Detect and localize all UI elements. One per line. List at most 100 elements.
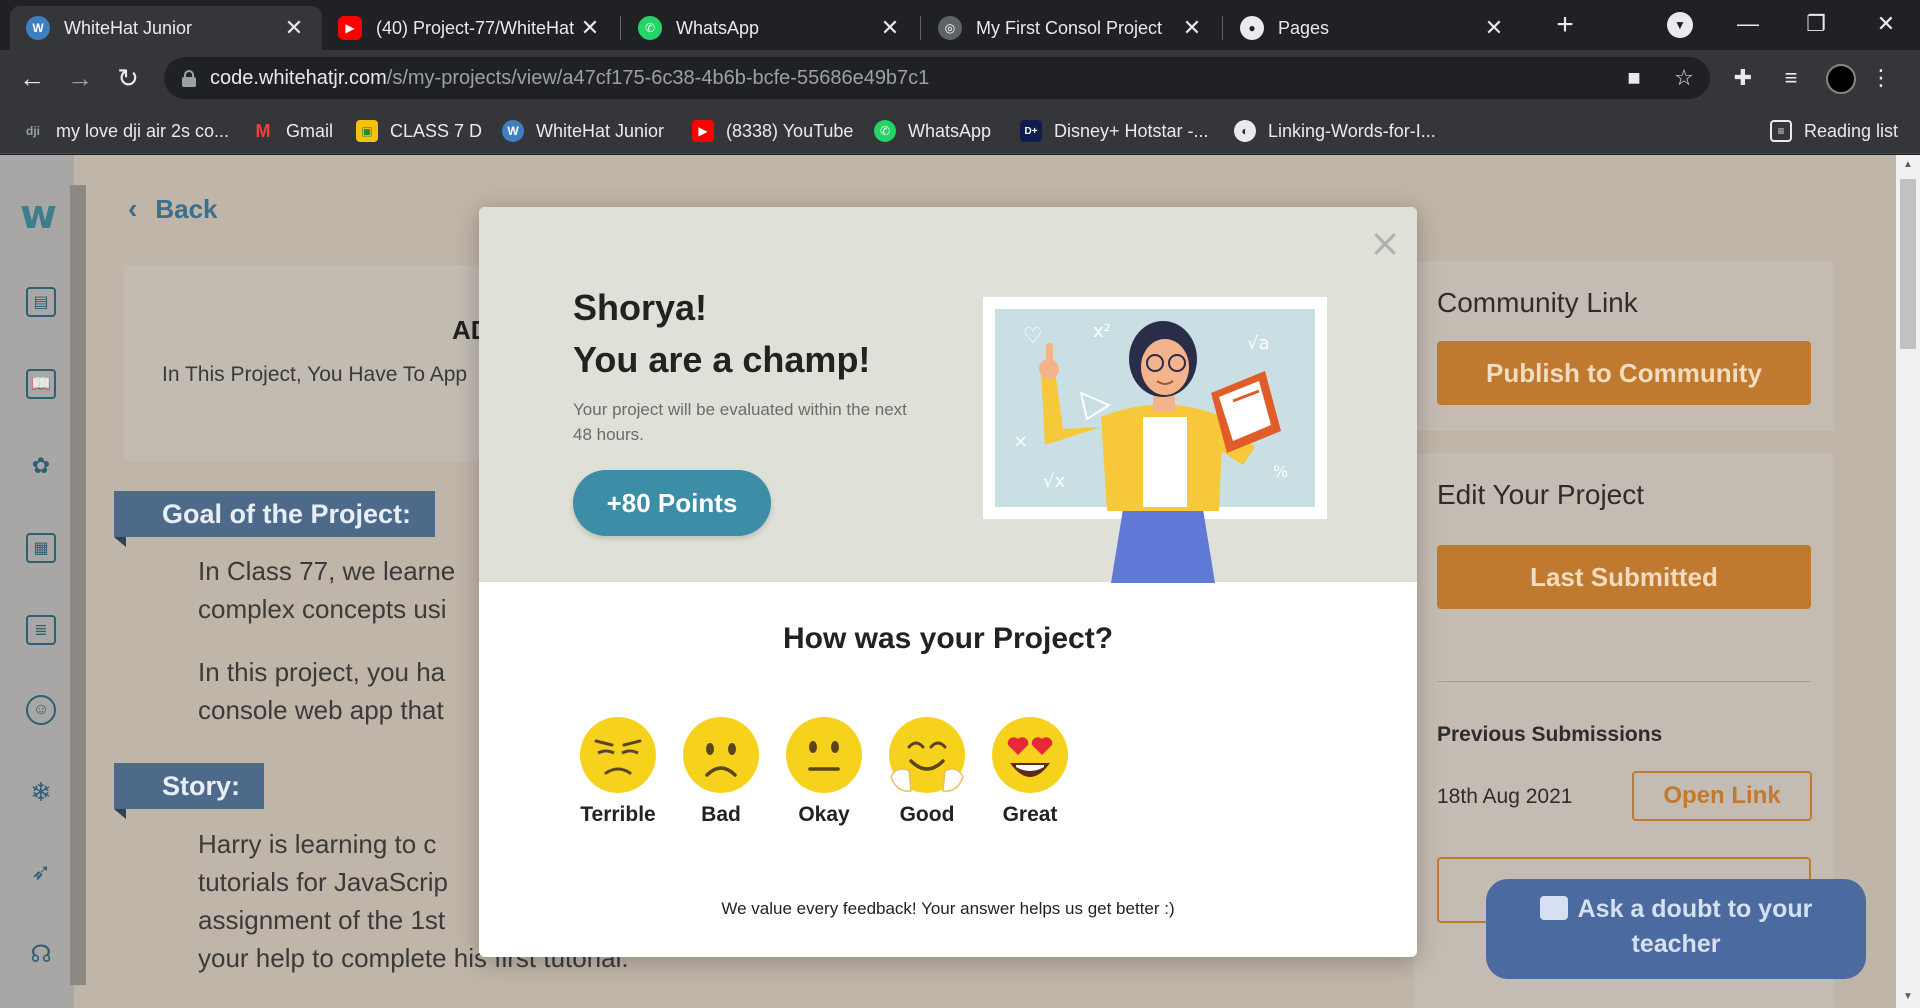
back-button[interactable]: ‹ Back bbox=[128, 193, 217, 225]
whitehat-icon: W bbox=[502, 120, 524, 142]
whatsapp-icon: ✆ bbox=[638, 16, 662, 40]
close-window-icon[interactable]: ✕ bbox=[1856, 6, 1916, 42]
bookmark-linking-words[interactable]: ◐ Linking-Words-for-I... bbox=[1234, 118, 1436, 144]
last-submitted-button[interactable]: Last Submitted bbox=[1437, 545, 1811, 609]
tab-consol-project[interactable]: ◎ My First Consol Project ✕ bbox=[922, 6, 1220, 50]
rating-terrible[interactable]: Terrible bbox=[568, 715, 668, 827]
bookmark-whitehat[interactable]: W WhiteHat Junior bbox=[502, 118, 664, 144]
close-tab-icon[interactable]: ✕ bbox=[1482, 15, 1506, 41]
reload-icon[interactable]: ↻ bbox=[110, 60, 146, 96]
globe-icon: ◐ bbox=[1234, 120, 1256, 142]
rating-label: Good bbox=[899, 803, 955, 826]
rating-great[interactable]: Great bbox=[980, 715, 1080, 827]
bookmark-label: WhiteHat Junior bbox=[536, 120, 665, 141]
unamused-face-icon bbox=[580, 717, 656, 793]
points-badge: +80 Points bbox=[573, 470, 771, 536]
emoji-icon[interactable]: ☺ bbox=[26, 695, 56, 725]
minimize-icon[interactable]: — bbox=[1718, 6, 1778, 42]
bookmark-hotstar[interactable]: D+ Disney+ Hotstar -... bbox=[1020, 118, 1209, 144]
classroom-icon: ▣ bbox=[356, 120, 378, 142]
bookmarks-bar: dji my love dji air 2s co... M Gmail ▣ C… bbox=[0, 106, 1920, 154]
rating-bad[interactable]: Bad bbox=[671, 715, 771, 827]
rating-good[interactable]: Good bbox=[877, 715, 977, 827]
neutral-face-icon bbox=[786, 717, 862, 793]
tab-separator bbox=[1222, 16, 1223, 40]
restore-icon[interactable]: ❐ bbox=[1786, 6, 1846, 42]
bookmark-whatsapp[interactable]: ✆ WhatsApp bbox=[874, 118, 991, 144]
snowflake-icon[interactable]: ❄ bbox=[26, 777, 56, 807]
lock-icon[interactable] bbox=[182, 70, 196, 87]
book-icon[interactable]: 📖 bbox=[26, 369, 56, 399]
close-tab-icon[interactable]: ✕ bbox=[878, 15, 902, 41]
bookmark-label: CLASS 7 D bbox=[390, 120, 483, 141]
close-tab-icon[interactable]: ✕ bbox=[282, 15, 306, 41]
svg-text:√x: √x bbox=[1043, 471, 1065, 492]
bookmark-dji[interactable]: dji my love dji air 2s co... bbox=[22, 118, 229, 144]
previous-submissions-title: Previous Submissions bbox=[1437, 723, 1663, 746]
scroll-up-icon[interactable]: ▲ bbox=[1902, 159, 1914, 170]
bookmark-youtube[interactable]: ▶ (8338) YouTube bbox=[692, 118, 853, 144]
divider bbox=[1437, 681, 1811, 682]
star-icon[interactable]: ☆ bbox=[1670, 64, 1698, 92]
teacher-illustration: ♡ x² √a × √x % bbox=[983, 297, 1327, 583]
camera-icon[interactable]: ■ bbox=[1620, 64, 1648, 92]
extensions-icon[interactable]: ✚ bbox=[1728, 63, 1758, 93]
scrollbar-thumb[interactable] bbox=[1900, 179, 1916, 349]
reading-list-button[interactable]: ≡ Reading list bbox=[1770, 118, 1898, 144]
project-description: In This Project, You Have To App bbox=[162, 363, 468, 386]
bookmark-label: Disney+ Hotstar -... bbox=[1054, 120, 1209, 141]
hotstar-icon: D+ bbox=[1020, 120, 1042, 142]
tab-pages[interactable]: ● Pages ✕ bbox=[1224, 6, 1522, 50]
forward-arrow-icon[interactable]: → bbox=[62, 60, 98, 96]
goal-text-line: console web app that bbox=[198, 695, 444, 725]
document-icon[interactable]: ≣ bbox=[26, 615, 56, 645]
sidebar-scrollbar[interactable] bbox=[70, 185, 86, 985]
open-link-button[interactable]: Open Link bbox=[1632, 771, 1812, 821]
rewards-icon[interactable]: ✿ bbox=[26, 451, 56, 481]
ask-label-line2: teacher bbox=[1631, 930, 1721, 958]
publish-to-community-button[interactable]: Publish to Community bbox=[1437, 341, 1811, 405]
edit-project-title: Edit Your Project bbox=[1437, 479, 1645, 510]
address-bar[interactable]: code.whitehatjr.com /s/my-projects/view/… bbox=[164, 57, 1710, 99]
feedback-modal: × Shorya! You are a champ! Your project … bbox=[479, 207, 1417, 957]
tab-separator bbox=[920, 16, 921, 40]
goal-text-line: In this project, you ha bbox=[198, 657, 446, 687]
rating-okay[interactable]: Okay bbox=[774, 715, 874, 827]
bookmark-gmail[interactable]: M Gmail bbox=[252, 118, 334, 144]
url-host: code.whitehatjr.com bbox=[210, 66, 387, 89]
close-icon[interactable]: × bbox=[1367, 224, 1403, 262]
tab-whitehat-junior[interactable]: W WhiteHat Junior ✕ bbox=[10, 6, 322, 50]
menu-kebab-icon[interactable]: ⋮ bbox=[1866, 63, 1896, 93]
last-submitted-label: Last Submitted bbox=[1530, 561, 1718, 592]
close-tab-icon[interactable]: ✕ bbox=[1180, 15, 1204, 41]
whatsapp-icon: ✆ bbox=[874, 120, 896, 142]
story-heading: Story: bbox=[162, 770, 241, 801]
whitehat-logo[interactable]: w bbox=[20, 195, 64, 235]
svg-text:%: % bbox=[1273, 462, 1288, 481]
rating-label: Terrible bbox=[580, 803, 656, 826]
new-tab-button[interactable]: + bbox=[1548, 8, 1582, 42]
close-tab-icon[interactable]: ✕ bbox=[578, 15, 602, 41]
bookmark-class-7d[interactable]: ▣ CLASS 7 D bbox=[356, 118, 482, 144]
bookmark-label: my love dji air 2s co... bbox=[56, 120, 230, 141]
publish-label: Publish to Community bbox=[1486, 357, 1762, 388]
heart-eyes-face-icon bbox=[992, 717, 1068, 793]
dashboard-icon[interactable]: ▤ bbox=[26, 287, 56, 317]
tab-title: My First Consol Project bbox=[976, 17, 1163, 38]
notebook-icon[interactable]: ▦ bbox=[26, 533, 56, 563]
tab-youtube-project[interactable]: ▶ (40) Project-77/WhiteHat J ✕ bbox=[322, 6, 618, 50]
media-control-icon[interactable]: ≡ bbox=[1776, 63, 1806, 93]
rocket-icon[interactable]: ➶ bbox=[26, 857, 56, 887]
profile-avatar[interactable] bbox=[1826, 64, 1856, 94]
scroll-down-icon[interactable]: ▼ bbox=[1902, 991, 1914, 1002]
chevron-left-icon: ‹ bbox=[128, 193, 138, 224]
tab-search-icon[interactable]: ▼ bbox=[1667, 12, 1693, 38]
back-arrow-icon[interactable]: ← bbox=[14, 60, 50, 96]
svg-text:×: × bbox=[1013, 431, 1028, 452]
tab-whatsapp[interactable]: ✆ WhatsApp ✕ bbox=[622, 6, 918, 50]
page-scrollbar[interactable]: ▲ ▼ bbox=[1896, 155, 1920, 1008]
ask-doubt-button[interactable]: Ask a doubt to your teacher bbox=[1486, 879, 1866, 979]
tab-title: WhiteHat Junior bbox=[64, 17, 193, 38]
support-icon[interactable]: ☊ bbox=[26, 939, 56, 969]
dji-icon: dji bbox=[26, 124, 40, 138]
